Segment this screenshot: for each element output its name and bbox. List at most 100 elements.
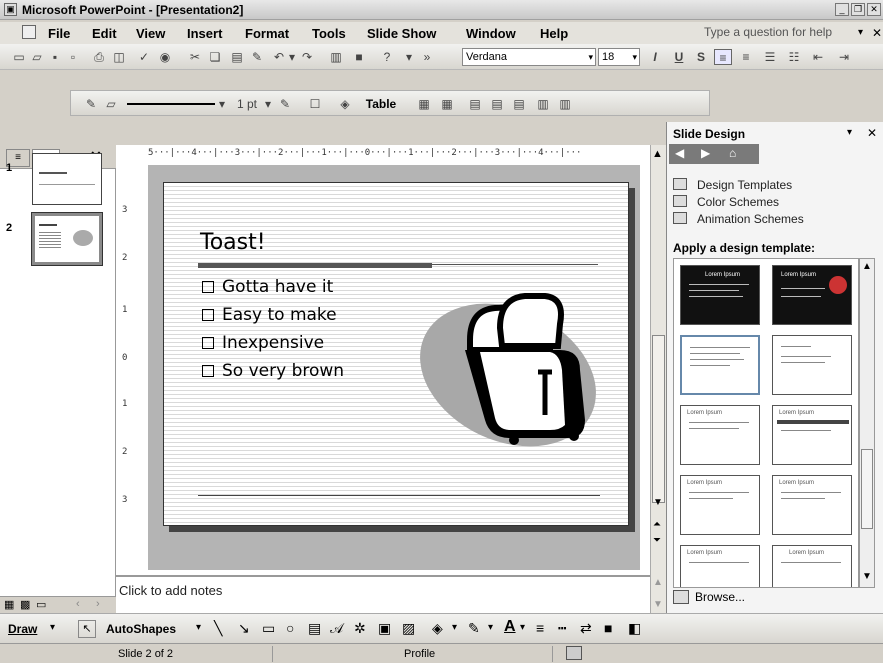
scroll-right-icon[interactable]: › [96,598,100,610]
line-color-icon[interactable]: ✎ [468,620,480,637]
3d-style-icon[interactable]: ◧ [628,620,641,637]
distribute-columns-icon[interactable]: ▥ [557,96,573,112]
app-icon[interactable]: ▣ [4,3,17,16]
outside-borders-icon[interactable]: ☐ [307,96,323,112]
notes-scroll-up-icon[interactable]: ▲ [653,577,663,588]
previous-slide-icon[interactable]: ⏶ [653,519,661,530]
align-top-icon[interactable]: ▤ [467,96,483,112]
line-weight-select[interactable]: 1 pt [233,96,261,112]
border-color-icon[interactable]: ✎ [277,96,293,112]
scroll-thumb[interactable] [652,335,665,503]
scroll-down-icon[interactable]: ▼ [653,497,663,508]
forward-icon[interactable]: ▶ [701,146,710,160]
toaster-clipart-icon[interactable] [410,290,610,460]
autoshapes-dropdown-icon[interactable]: ▾ [196,622,201,633]
save-icon[interactable]: ▪ [48,49,62,65]
align-bottom-icon[interactable]: ▤ [511,96,527,112]
slide-thumbnail-2[interactable] [31,212,103,266]
menu-view[interactable]: View [136,26,165,41]
font-color-dropdown-icon[interactable]: ▾ [520,622,525,633]
copy-icon[interactable]: ❏ [208,49,222,65]
line-style-icon[interactable]: ≡ [536,620,544,636]
fill-color-icon[interactable]: ◈ [432,620,443,637]
template-thumbnail[interactable]: Lorem Ipsum [772,405,852,465]
browse-link[interactable]: Browse... [695,590,745,604]
merge-cells-icon[interactable]: ▦ [439,96,455,112]
slide-thumbnail-1[interactable] [32,153,102,205]
cut-icon[interactable]: ✂ [188,49,202,65]
diagram-icon[interactable]: ✲ [354,620,366,637]
open-icon[interactable]: ▱ [30,49,44,65]
template-thumbnail[interactable] [772,335,852,395]
align-left-icon[interactable]: ≡ [714,49,732,65]
arrow-icon[interactable]: ↘ [238,620,250,637]
scroll-left-icon[interactable]: ‹ [76,598,80,610]
decrease-indent-icon[interactable]: ⇤ [810,49,826,65]
menu-slide-show[interactable]: Slide Show [367,26,436,41]
insert-picture-icon[interactable]: ▨ [402,620,415,637]
align-middle-icon[interactable]: ▤ [489,96,505,112]
size-dropdown-icon[interactable]: ▾ [632,49,637,65]
format-painter-icon[interactable]: ✎ [250,49,264,65]
oval-icon[interactable]: ○ [286,620,294,636]
template-gallery[interactable]: Lorem Ipsum Lorem Ipsum Lorem Ipsum Lore… [673,258,859,588]
notes-scroll-down-icon[interactable]: ▼ [653,599,663,610]
normal-view-icon[interactable]: ▦ [4,598,14,611]
paste-icon[interactable]: ▤ [230,49,244,65]
scroll-up-icon[interactable]: ▲ [652,148,663,160]
border-style-line[interactable] [127,103,215,105]
help-dropdown-icon[interactable]: ▾ [858,27,863,38]
template-thumbnail[interactable]: Lorem Ipsum [680,475,760,535]
next-slide-icon[interactable]: ⏷ [653,535,661,546]
underline-button[interactable]: U [672,49,686,65]
gallery-scrollbar[interactable]: ▲ ▼ [859,258,875,588]
increase-indent-icon[interactable]: ⇥ [836,49,852,65]
close-doc-icon[interactable]: ✕ [872,26,882,40]
color-grayscale-icon[interactable]: ■ [352,49,366,65]
rectangle-icon[interactable]: ▭ [262,620,275,637]
template-thumbnail[interactable]: Lorem Ipsum [772,475,852,535]
template-thumbnail[interactable] [680,335,760,395]
line-icon[interactable]: ╲ [214,620,222,637]
redo-icon[interactable]: ↷ [300,49,314,65]
bullet-item[interactable]: Gotta have it [202,277,333,297]
home-icon[interactable]: ⌂ [729,146,736,160]
text-box-icon[interactable]: ▤ [308,620,321,637]
border-style-dropdown-icon[interactable]: ▾ [217,96,227,112]
menu-format[interactable]: Format [245,26,289,41]
color-schemes-link[interactable]: Color Schemes [697,195,779,209]
insert-chart-icon[interactable]: ▥ [328,49,344,65]
zoom-icon[interactable]: ▾ [402,49,416,65]
toolbar-options-icon[interactable]: » [420,49,434,65]
spelling-status-icon[interactable] [566,646,582,660]
arrow-style-icon[interactable]: ⇄ [580,620,592,637]
task-pane-menu-icon[interactable]: ▾ [847,127,852,138]
center-icon[interactable]: ≡ [738,49,754,65]
help-icon[interactable]: ? [380,49,394,65]
gallery-scroll-down-icon[interactable]: ▼ [862,571,872,582]
spelling-icon[interactable]: ✓ [136,49,152,65]
slide-sorter-icon[interactable]: ▩ [20,598,30,611]
font-dropdown-icon[interactable]: ▾ [588,49,593,65]
clip-art-icon[interactable]: ▣ [378,620,391,637]
slide-title[interactable]: Toast! [200,230,266,255]
font-size-select[interactable]: 18 ▾ [598,48,640,66]
line-weight-dropdown-icon[interactable]: ▾ [263,96,273,112]
task-pane-close-icon[interactable]: ✕ [867,126,877,140]
animation-schemes-link[interactable]: Animation Schemes [697,212,804,226]
dash-style-icon[interactable]: ┅ [558,620,566,637]
fill-color-icon[interactable]: ◈ [337,96,353,112]
draw-table-icon[interactable]: ✎ [83,96,99,112]
close-icon[interactable]: ✕ [867,3,881,16]
numbering-icon[interactable]: ☰ [762,49,778,65]
font-color-icon[interactable]: A [504,618,516,636]
table-menu-button[interactable]: Table [361,96,401,112]
undo-dropdown-icon[interactable]: ▾ [288,49,296,65]
bullet-item[interactable]: So very brown [202,361,344,381]
gallery-scroll-up-icon[interactable]: ▲ [862,261,872,272]
template-thumbnail[interactable]: Lorem Ipsum [680,405,760,465]
design-templates-link[interactable]: Design Templates [697,178,792,192]
research-icon[interactable]: ◉ [158,49,172,65]
gallery-scroll-thumb[interactable] [861,449,873,529]
select-objects-icon[interactable]: ↖ [78,620,96,638]
